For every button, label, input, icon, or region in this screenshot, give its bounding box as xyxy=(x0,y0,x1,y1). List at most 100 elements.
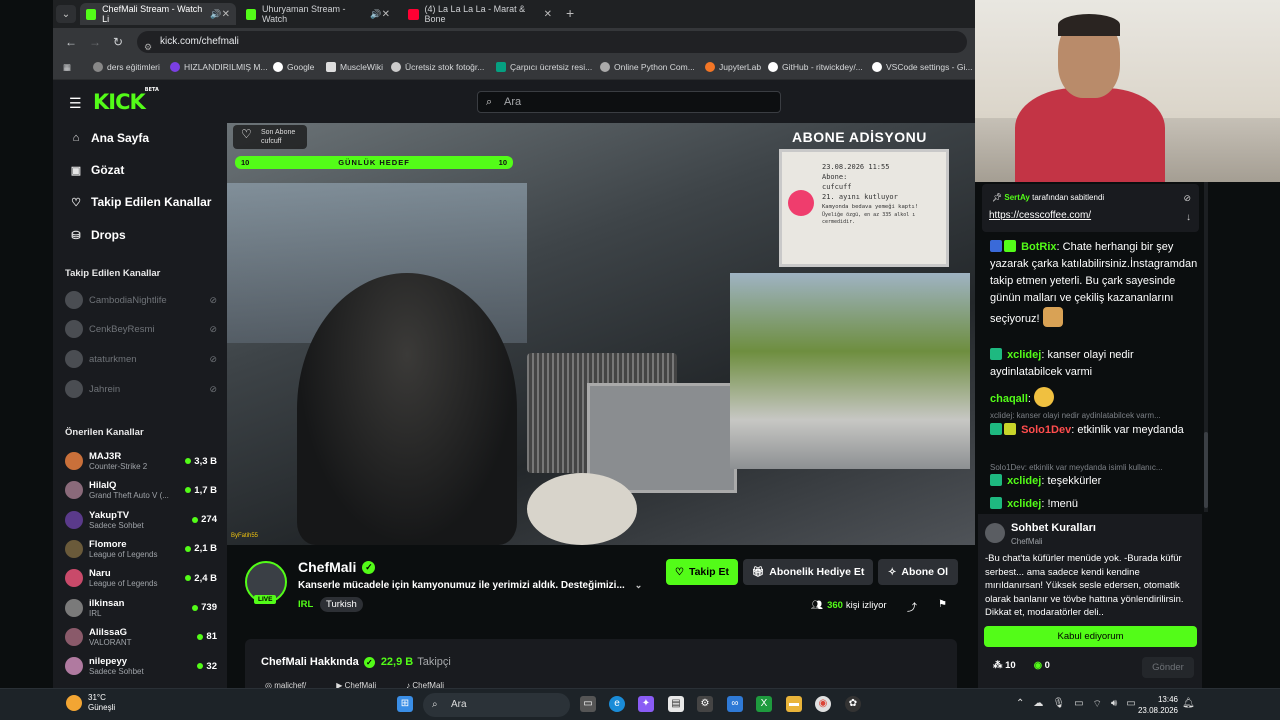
site-header: ☰ KICKBETA ⌕ Ara xyxy=(53,80,975,123)
recommended-channel-item[interactable]: Naru League of Legends 2,4 B xyxy=(65,565,217,591)
clock[interactable]: 13:46 23.08.2026 xyxy=(1136,694,1178,716)
chrome-icon[interactable]: ◉ xyxy=(815,696,831,712)
wifi-icon[interactable]: ⌔ xyxy=(1093,698,1102,711)
volume-icon[interactable]: 🔊︎ xyxy=(1111,698,1117,711)
excel-icon[interactable]: X xyxy=(756,696,772,712)
sub-badge-icon xyxy=(990,497,1002,509)
chat-username[interactable]: Solo1Dev xyxy=(1021,424,1071,436)
followed-channel-item[interactable]: Jahrein ⊘ xyxy=(65,379,217,399)
subscribe-button[interactable]: ✧ Abone Ol xyxy=(878,559,958,585)
app-icon[interactable]: ✿ xyxy=(845,696,861,712)
site-info-icon[interactable]: ⚙ xyxy=(144,36,152,58)
recommended-channel-item[interactable]: Flomore League of Legends 2,1 B xyxy=(65,536,217,562)
jupyter-icon xyxy=(705,62,715,72)
pinned-link[interactable]: https://cesscoffee.com/ xyxy=(989,210,1091,221)
cloud-icon[interactable]: ☁ xyxy=(1033,698,1043,711)
bookmark-vscode[interactable]: VSCode settings - Gi... xyxy=(872,62,972,72)
recommended-channel-item[interactable]: AlilssaG VALORANT 81 xyxy=(65,624,217,650)
video-scene-bins xyxy=(587,383,737,493)
chat-username[interactable]: xclidej xyxy=(1007,349,1041,361)
reload-icon[interactable]: ↻ xyxy=(113,35,123,49)
recommended-channel-item[interactable]: YakupTV Sadece Sohbet 274 xyxy=(65,507,217,533)
nav-drops[interactable]: ⛁ Drops xyxy=(69,228,125,242)
report-icon[interactable]: ⚑ xyxy=(938,599,947,610)
vs-icon[interactable]: ∞ xyxy=(727,696,743,712)
apps-icon[interactable]: ▦ xyxy=(63,62,71,73)
bookmark-google[interactable]: Google xyxy=(273,62,314,72)
language-tag[interactable]: Turkish xyxy=(320,597,363,612)
bookmark-resim[interactable]: Çarpıcı ücretsiz resi... xyxy=(496,62,592,72)
display-icon[interactable]: ▭ xyxy=(1074,698,1083,711)
recommended-channel-item[interactable]: HilalQ Grand Theft Auto V (... 1,7 B xyxy=(65,477,217,503)
share-icon[interactable]: ⤴ xyxy=(907,599,917,614)
bookmark-ders[interactable]: ders eğitimleri xyxy=(93,62,160,72)
menu-icon[interactable]: ☰ xyxy=(69,95,82,112)
forward-icon[interactable]: → xyxy=(89,35,101,49)
recommended-channel-item[interactable]: ilkinsan IRL 739 xyxy=(65,595,217,621)
recommended-channel-item[interactable]: nilepeyy Sadece Sohbet 32 xyxy=(65,653,217,679)
weather-widget[interactable]: 31°C Güneşli xyxy=(66,693,115,713)
microphone-icon[interactable]: 🎙︎ xyxy=(1052,698,1065,711)
chat-username[interactable]: chaqall xyxy=(990,393,1028,405)
kick-points-indicator[interactable]: ◉ 0 xyxy=(1034,660,1050,671)
task-view-icon[interactable]: ▭ xyxy=(580,696,596,712)
copilot-icon[interactable]: ✦ xyxy=(638,696,654,712)
search-input[interactable]: ⌕ Ara xyxy=(477,91,781,113)
bookmark-github[interactable]: GitHub - ritwickdey/... xyxy=(768,62,863,72)
category-link[interactable]: IRL xyxy=(298,599,313,610)
chevron-down-icon[interactable]: ⌄ xyxy=(635,580,643,590)
follow-button[interactable]: ♡ Takip Et xyxy=(666,559,738,585)
edge-icon[interactable]: e xyxy=(609,696,625,712)
close-tab-icon[interactable]: ✕ xyxy=(222,9,230,20)
chat-username[interactable]: xclidej xyxy=(1007,475,1041,487)
accept-rules-button[interactable]: Kabul ediyorum xyxy=(984,626,1197,647)
file-explorer-icon[interactable]: ▬ xyxy=(786,696,802,712)
points-indicator[interactable]: ⁂ 10 xyxy=(993,660,1016,671)
bookmark-hizlandirilmis[interactable]: HIZLANDIRILMIŞ M... xyxy=(170,62,268,72)
browser-tab-kick-chefmali[interactable]: ChefMali Stream - Watch Li 🔊 ✕ xyxy=(80,3,236,25)
bookmark-musclewiki[interactable]: MuscleWiki xyxy=(326,62,383,72)
taskbar-search[interactable]: ⌕ Ara xyxy=(423,693,570,717)
chevron-up-icon[interactable]: ⌃ xyxy=(1016,698,1024,711)
gift-sub-button[interactable]: 🎁︎ Abonelik Hediye Et xyxy=(743,559,873,585)
new-tab-icon[interactable]: + xyxy=(566,5,574,21)
recommended-channel-item[interactable]: MAJ3R Counter-Strike 2 3,3 B xyxy=(65,448,217,474)
tab-search-button[interactable]: ⌄ xyxy=(56,5,76,23)
bookmark-jupyter[interactable]: JupyterLab xyxy=(705,62,761,72)
settings-icon[interactable]: ⚙ xyxy=(697,696,713,712)
browser-tab-uhuryaman[interactable]: Uhuryaman Stream - Watch 🔊 ✕ xyxy=(240,3,396,25)
nav-following[interactable]: ♡ Takip Edilen Kanallar xyxy=(69,195,211,209)
back-icon[interactable]: ← xyxy=(65,35,77,49)
kick-logo[interactable]: KICKBETA xyxy=(93,87,159,114)
followed-channel-item[interactable]: ataturkmen ⊘ xyxy=(65,349,217,369)
chat-username[interactable]: BotRix xyxy=(1021,241,1056,253)
video-player[interactable]: ♡ Son Abone cufcuff 10 GÜNLÜK HEDEF 10 A… xyxy=(227,123,975,545)
audio-icon[interactable]: 🔊 xyxy=(370,9,381,20)
send-button[interactable]: Gönder xyxy=(1142,657,1194,678)
store-icon[interactable]: ▤ xyxy=(668,696,684,712)
followed-channel-item[interactable]: CambodiaNightlife ⊘ xyxy=(65,290,217,310)
scrollbar-thumb[interactable] xyxy=(1204,432,1208,508)
browser-tab-youtube[interactable]: (4) La La La La - Marat & Bone ✕ xyxy=(402,3,558,25)
musclewiki-icon xyxy=(326,62,336,72)
close-tab-icon[interactable]: ✕ xyxy=(382,9,390,20)
battery-icon[interactable]: ▭ xyxy=(1126,698,1135,711)
bookmark-python[interactable]: Online Python Com... xyxy=(600,62,695,72)
search-placeholder: Ara xyxy=(504,96,522,108)
chat-scrollbar[interactable] xyxy=(1204,182,1208,512)
hide-icon[interactable]: ⊘ xyxy=(1183,193,1191,204)
url-field[interactable]: ⚙ kick.com/chefmali xyxy=(137,31,967,53)
channel-name[interactable]: ChefMali ✓ xyxy=(298,559,376,575)
bookmark-stok-foto[interactable]: Ücretsiz stok fotoğr... xyxy=(391,62,484,72)
arrow-down-icon[interactable]: ↓ xyxy=(1186,212,1191,223)
notification-icon[interactable]: 🔔︎ xyxy=(1182,698,1195,709)
daily-goal-bar: 10 GÜNLÜK HEDEF 10 xyxy=(235,156,513,169)
close-tab-icon[interactable]: ✕ xyxy=(544,9,552,20)
followed-channel-item[interactable]: CenkBeyResmi ⊘ xyxy=(65,319,217,339)
nav-home[interactable]: ⌂ Ana Sayfa xyxy=(69,131,149,145)
windows-start-icon[interactable]: ⊞ xyxy=(397,696,413,712)
nav-browse[interactable]: ▣ Gözat xyxy=(69,163,125,177)
sub-badge-icon xyxy=(990,423,1002,435)
chat-username[interactable]: xclidej xyxy=(1007,498,1041,510)
audio-icon[interactable]: 🔊 xyxy=(210,9,221,20)
